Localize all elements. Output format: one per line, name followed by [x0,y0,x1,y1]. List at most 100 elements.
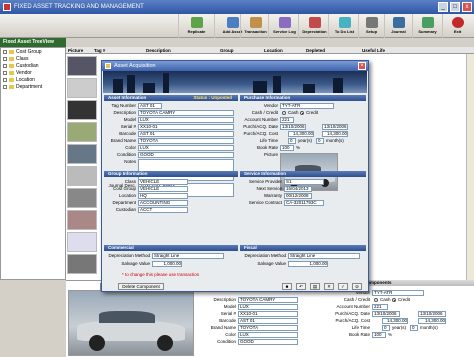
expand-icon[interactable] [3,56,7,61]
tree-item-custodian[interactable]: Custodian [3,63,39,70]
bottom-cash-radio[interactable] [374,298,378,302]
barcode-field[interactable]: AST 01 [138,131,234,137]
color-field[interactable]: LUX [138,145,234,151]
dialog-icon [105,63,111,69]
print-icon[interactable]: ▤ [310,283,320,290]
service-log-button[interactable]: Service Log [268,14,300,38]
bottom-brand[interactable]: TOYOTA [238,325,298,331]
tree-item-location[interactable]: Location [3,77,35,84]
service-provider-select[interactable]: S1 [284,179,324,185]
expand-icon[interactable] [3,84,7,89]
service-contract-field[interactable]: CA-32011793C [284,200,324,206]
service-info-header: Service Information [240,171,366,177]
delete-icon[interactable]: ✕ [324,283,334,290]
journal-icon [393,17,405,28]
tree-item-department[interactable]: Department [3,84,42,91]
expand-icon[interactable] [3,77,7,82]
tree-item-cost-group[interactable]: Cost Group [3,49,42,56]
col-location[interactable]: Location [264,47,283,54]
credit-radio[interactable] [300,111,304,115]
bottom-cost-2[interactable]: 14,300.00 [418,318,446,324]
cost-group-select[interactable]: VEHICLE [138,186,188,192]
bottom-po-date-2[interactable]: 13/10/2006 [418,311,446,317]
tree-item-vendor[interactable]: Vendor [3,70,32,77]
cancel-icon[interactable]: ⊘ [352,283,362,290]
purch-cost-field[interactable]: 14,300.00 [288,131,314,137]
condition-field[interactable]: GOOD [138,152,234,158]
fiscal-method-select[interactable]: Straight Line [288,253,360,259]
depreciation-button[interactable]: Depreciation [298,14,330,38]
folder-icon [9,49,14,54]
tree-item-class[interactable]: Class [3,56,29,63]
next-service-field[interactable]: 16/04/2013 [284,186,312,192]
bottom-color[interactable]: LUX [238,332,298,338]
bottom-po-date[interactable]: 13/10/2006 [372,311,400,317]
col-picture[interactable]: Picture [68,47,83,54]
bottom-model[interactable]: LUX [238,304,298,310]
maximize-icon[interactable]: □ [450,2,460,12]
department-select[interactable]: ACCOUNTING [138,200,188,206]
tag-number-field[interactable]: AST 01 [138,103,162,109]
purch-cost-field-2[interactable]: 14,300.00 [322,131,348,137]
dialog-close-icon[interactable]: × [358,62,366,70]
col-group[interactable]: Group [220,47,234,54]
commercial-salvage-field[interactable]: 1,000.00 [152,261,182,267]
folder-icon [9,77,14,82]
life-years-field[interactable]: 0 [288,138,296,144]
brand-name-field[interactable]: TOYOTA [138,138,234,144]
class-select[interactable]: VEHICLE [138,179,188,185]
summary-icon [422,17,434,28]
bottom-condition[interactable]: GOOD [238,339,298,345]
vendor-select[interactable]: TYT-ATR [280,103,334,109]
expand-icon[interactable] [3,63,7,68]
bottom-credit-radio[interactable] [392,298,396,302]
grid-scrollbar[interactable] [466,54,474,280]
book-rate-field[interactable]: 100 [280,145,294,151]
warranty-field[interactable]: 00/12/2008 [284,193,312,199]
summary-button[interactable]: Summary [412,14,442,38]
bottom-barcode[interactable]: AST 01 [238,318,298,324]
save-icon[interactable]: ■ [282,283,292,290]
commercial-method-select[interactable]: Straight Line [152,253,224,259]
minimize-icon[interactable]: _ [438,2,448,12]
bottom-vendor[interactable]: TYT-ATR [372,290,424,296]
bottom-book-rate[interactable]: 100 [372,332,386,338]
transaction-icon [250,17,262,28]
expand-icon[interactable] [3,70,7,75]
col-description[interactable]: Description [146,47,171,54]
col-useful-life[interactable]: Useful Life [362,47,385,54]
to-do-list-button[interactable]: To Do List [328,14,360,38]
gear-icon [366,17,378,28]
life-months-field[interactable]: 0 [316,138,324,144]
replicate-button[interactable]: Replicate [178,14,214,38]
close-icon[interactable]: x [462,2,472,12]
undo-icon[interactable]: ↶ [296,283,306,290]
bottom-description[interactable]: TOYOTA CAMRY [238,297,298,303]
serial-field[interactable]: XX10-01 [138,124,234,130]
purch-date-field-2[interactable]: 13/10/2006 [322,124,348,130]
model-field[interactable]: LUX [138,117,234,123]
journal-button[interactable]: Journal [384,14,412,38]
bottom-life-years[interactable]: 0 [382,325,390,331]
bottom-account[interactable]: 221 [372,304,388,310]
bottom-cost[interactable]: 14,300.00 [382,318,408,324]
folder-icon [9,70,14,75]
location-select[interactable]: HQ [138,193,188,199]
cash-radio[interactable] [282,111,286,115]
expand-icon[interactable] [3,49,7,54]
purch-date-field[interactable]: 13/10/2006 [280,124,306,130]
col-depleted[interactable]: Depleted [306,47,325,54]
description-field[interactable]: TOYOTA CAMRY [138,110,234,116]
bottom-serial[interactable]: XX10-01 [238,311,298,317]
ok-icon[interactable]: ✓ [338,283,348,290]
col-tag[interactable]: Tag # [94,47,105,54]
account-number-field[interactable]: 221 [280,117,294,123]
delete-component-button[interactable]: Delete Component [118,283,164,290]
transaction-button[interactable]: Transaction [240,14,270,38]
custodian-select[interactable]: ACCT [138,207,188,213]
fiscal-salvage-field[interactable]: 1,000.00 [288,261,328,267]
setup-button[interactable]: Setup [358,14,384,38]
exit-button[interactable]: Exit [442,14,472,38]
notes-field[interactable] [138,159,234,181]
bottom-life-months[interactable]: 0 [410,325,418,331]
